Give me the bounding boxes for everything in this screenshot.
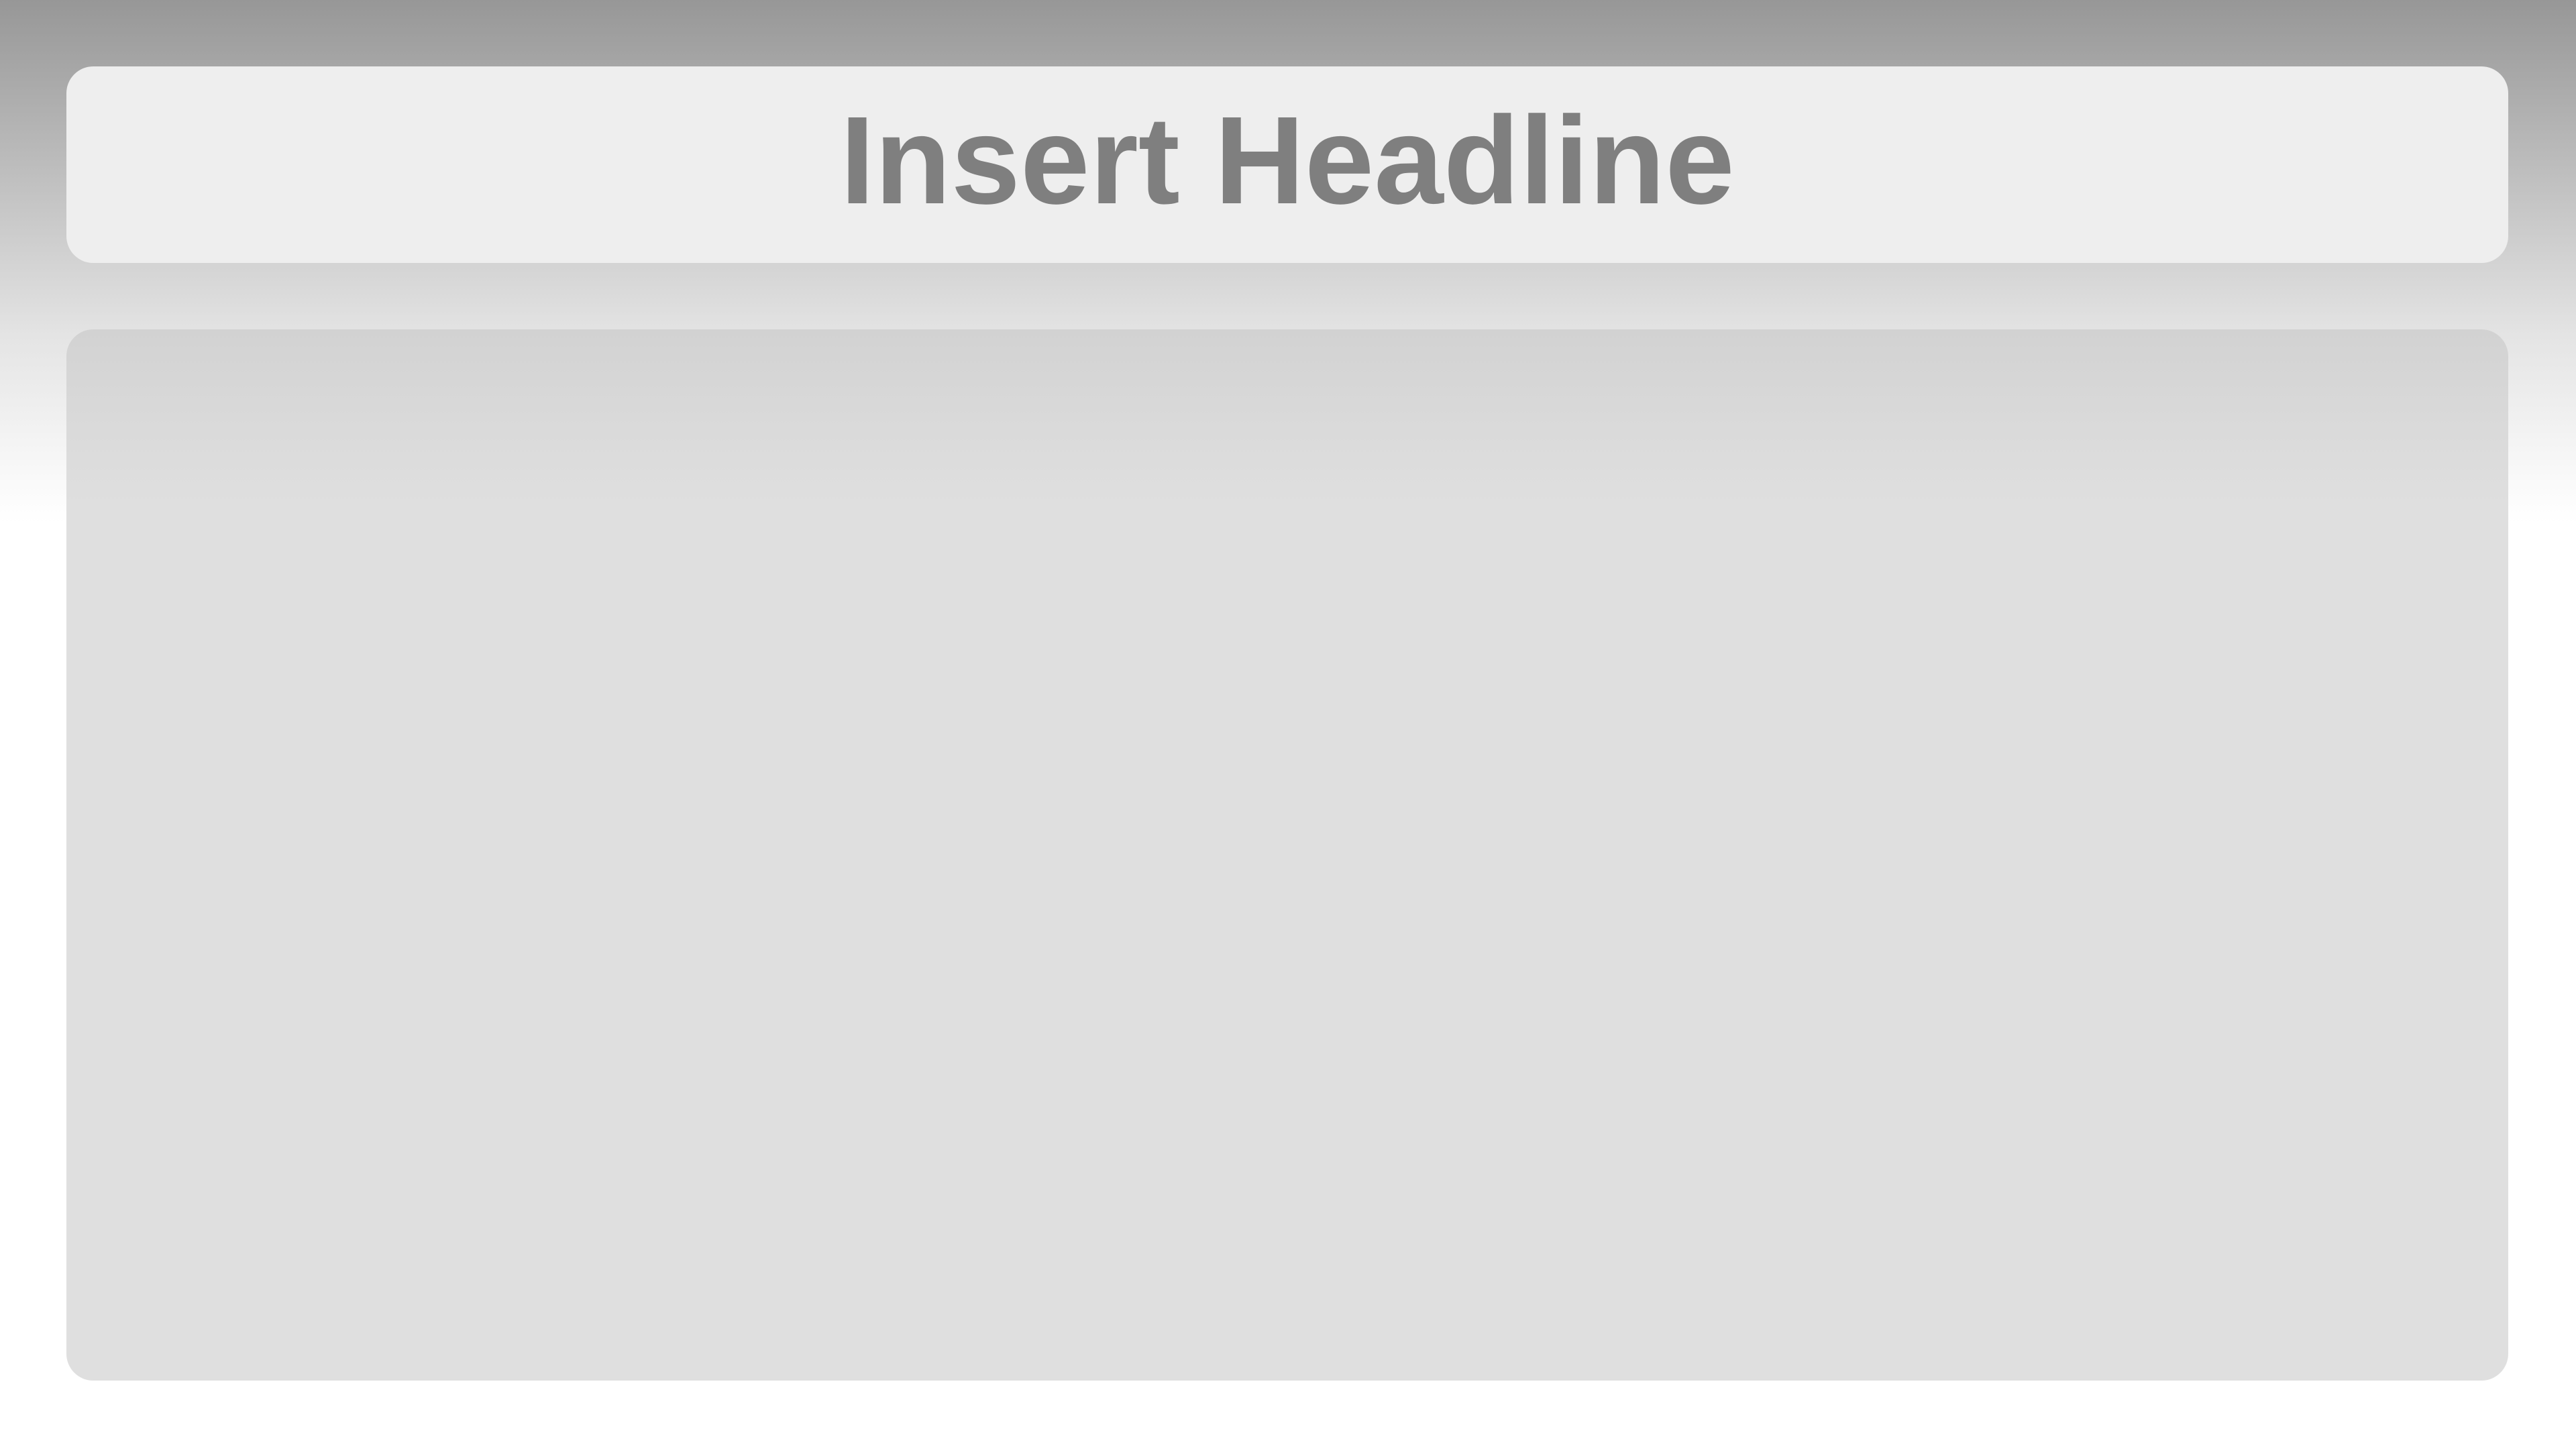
headline-box[interactable]: Insert Headline — [66, 66, 2508, 263]
headline-text[interactable]: Insert Headline — [840, 98, 1734, 223]
content-placeholder[interactable] — [66, 329, 2508, 1381]
slide: Insert Headline — [0, 0, 2576, 1449]
